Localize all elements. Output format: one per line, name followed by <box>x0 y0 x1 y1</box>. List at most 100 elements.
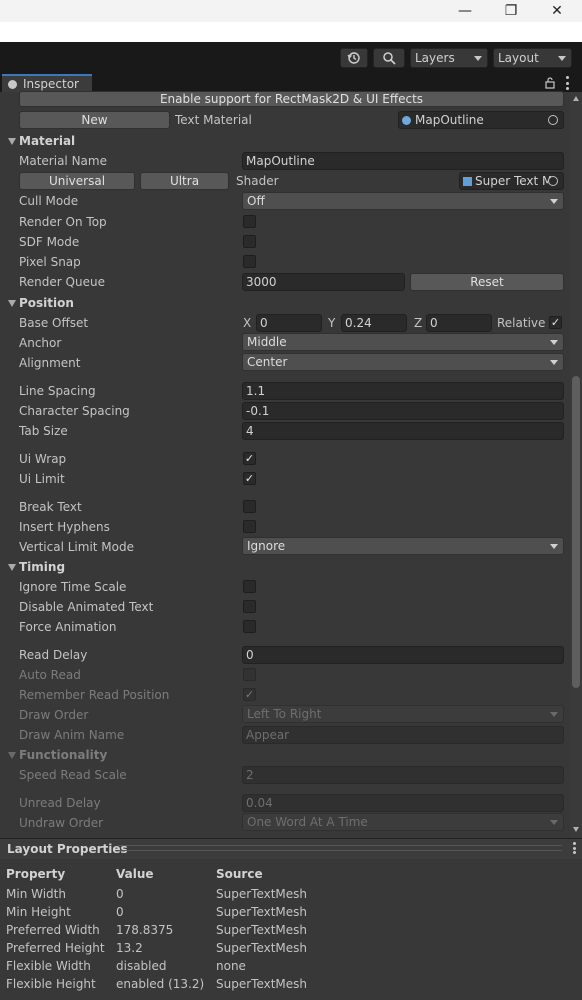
table-cell-value: enabled (13.2) <box>116 977 205 991</box>
unread-delay-label: Unread Delay <box>19 796 101 810</box>
new-material-button[interactable]: New <box>19 111 170 129</box>
info-icon <box>8 79 17 89</box>
alignment-label: Alignment <box>19 356 81 370</box>
auto-read-label: Auto Read <box>19 668 81 682</box>
table-cell-source: SuperTextMesh <box>216 923 308 937</box>
history-icon <box>347 52 360 64</box>
tab-inspector[interactable]: Inspector <box>2 74 92 92</box>
material-icon <box>402 115 411 125</box>
chevron-down-icon <box>550 820 558 825</box>
table-cell-value: 0 <box>116 905 124 919</box>
ignore-time-scale-label: Ignore Time Scale <box>19 580 127 594</box>
text-material-value: MapOutline <box>415 113 484 127</box>
tab-size-field[interactable]: 4 <box>242 422 564 440</box>
speed-read-scale-field: 2 <box>242 766 564 784</box>
draw-anim-name-label: Draw Anim Name <box>19 728 125 742</box>
pixel-snap-checkbox[interactable] <box>243 255 256 268</box>
chevron-down-icon <box>550 360 558 365</box>
object-picker-icon[interactable] <box>548 115 558 125</box>
chevron-down-icon <box>550 340 558 345</box>
material-header-label: Material <box>19 134 76 148</box>
scrollbar-thumb[interactable] <box>572 376 580 688</box>
render-queue-field[interactable]: 3000 <box>242 273 405 291</box>
scroll-up-icon[interactable] <box>573 96 579 101</box>
ui-limit-label: Ui Limit <box>19 472 65 486</box>
disable-animated-text-checkbox[interactable] <box>243 600 256 613</box>
line-spacing-field[interactable]: 1.1 <box>242 382 564 400</box>
material-name-label: Material Name <box>19 154 107 168</box>
read-delay-field[interactable]: 0 <box>242 646 564 664</box>
column-header-property: Property <box>6 867 66 881</box>
offset-y-field[interactable]: 0.24 <box>341 314 407 332</box>
chevron-down-icon <box>474 56 482 61</box>
chevron-down-icon <box>550 544 558 549</box>
undraw-order-dropdown: One Word At A Time <box>242 813 564 831</box>
history-button[interactable] <box>340 48 368 68</box>
cull-mode-dropdown[interactable]: Off <box>242 192 564 210</box>
ultra-button[interactable]: Ultra <box>140 172 229 190</box>
enable-rectmask-button[interactable]: Enable support for RectMask2D & UI Effec… <box>19 91 564 107</box>
offset-z-field[interactable]: 0 <box>426 314 492 332</box>
timing-section-header[interactable]: Timing <box>8 558 65 576</box>
vertical-limit-mode-dropdown[interactable]: Ignore <box>242 537 564 555</box>
layout-properties-title: Layout Properties <box>7 842 128 856</box>
line-spacing-label: Line Spacing <box>19 384 96 398</box>
auto-read-checkbox <box>243 668 256 681</box>
text-material-field[interactable]: MapOutline <box>398 111 564 129</box>
x-axis-label: X <box>243 316 252 330</box>
force-animation-label: Force Animation <box>19 620 117 634</box>
render-on-top-checkbox[interactable] <box>243 215 256 228</box>
ignore-time-scale-checkbox[interactable] <box>243 580 256 593</box>
table-cell-source: SuperTextMesh <box>216 887 308 901</box>
more-options-icon[interactable] <box>572 842 576 854</box>
unread-delay-field: 0.04 <box>242 794 564 812</box>
shader-value: Super Text M <box>475 174 553 188</box>
speed-read-scale-label: Speed Read Scale <box>19 768 127 782</box>
render-on-top-label: Render On Top <box>19 215 107 229</box>
vertical-limit-mode-value: Ignore <box>247 539 286 553</box>
cull-mode-value: Off <box>247 194 265 208</box>
material-name-field[interactable]: MapOutline <box>242 152 564 170</box>
resize-grip-icon[interactable] <box>118 845 562 851</box>
search-button[interactable] <box>373 48 405 68</box>
sdf-mode-label: SDF Mode <box>19 235 80 249</box>
alignment-dropdown[interactable]: Center <box>242 353 564 371</box>
insert-hyphens-checkbox[interactable] <box>243 520 256 533</box>
object-picker-icon[interactable] <box>548 176 558 186</box>
reset-button[interactable]: Reset <box>410 273 564 291</box>
sdf-mode-checkbox[interactable] <box>243 235 256 248</box>
character-spacing-field[interactable]: -0.1 <box>242 402 564 420</box>
foldout-icon <box>8 751 16 759</box>
y-axis-label: Y <box>328 316 336 330</box>
ui-limit-checkbox[interactable]: ✓ <box>243 472 256 485</box>
break-text-checkbox[interactable] <box>243 500 256 513</box>
chevron-down-icon <box>550 199 558 204</box>
table-cell-property: Preferred Width <box>6 923 100 937</box>
table-cell-source: SuperTextMesh <box>216 905 308 919</box>
column-header-value: Value <box>116 867 154 881</box>
minimize-button[interactable]: — <box>442 0 488 22</box>
table-cell-property: Flexible Height <box>6 977 96 991</box>
shader-field[interactable]: Super Text M <box>459 172 564 190</box>
timing-header-label: Timing <box>19 560 66 574</box>
relative-checkbox[interactable]: ✓ <box>549 316 562 329</box>
insert-hyphens-label: Insert Hyphens <box>19 520 110 534</box>
force-animation-checkbox[interactable] <box>243 620 256 633</box>
anchor-dropdown[interactable]: Middle <box>242 333 564 351</box>
scroll-down-icon[interactable] <box>573 827 579 832</box>
position-section-header[interactable]: Position <box>8 294 74 312</box>
table-cell-value: 13.2 <box>116 941 143 955</box>
more-options-icon[interactable] <box>564 76 570 90</box>
ui-wrap-checkbox[interactable]: ✓ <box>243 452 256 465</box>
lock-icon[interactable] <box>545 77 555 92</box>
maximize-button[interactable]: ❐ <box>488 0 534 22</box>
layers-dropdown[interactable]: Layers <box>410 48 488 68</box>
layout-dropdown[interactable]: Layout <box>493 48 572 68</box>
close-button[interactable]: ✕ <box>534 0 580 22</box>
functionality-section-header: Functionality <box>8 746 107 764</box>
tab-size-label: Tab Size <box>19 424 68 438</box>
alignment-value: Center <box>247 355 288 369</box>
material-section-header[interactable]: Material <box>8 132 75 150</box>
universal-button[interactable]: Universal <box>19 172 135 190</box>
offset-x-field[interactable]: 0 <box>256 314 322 332</box>
